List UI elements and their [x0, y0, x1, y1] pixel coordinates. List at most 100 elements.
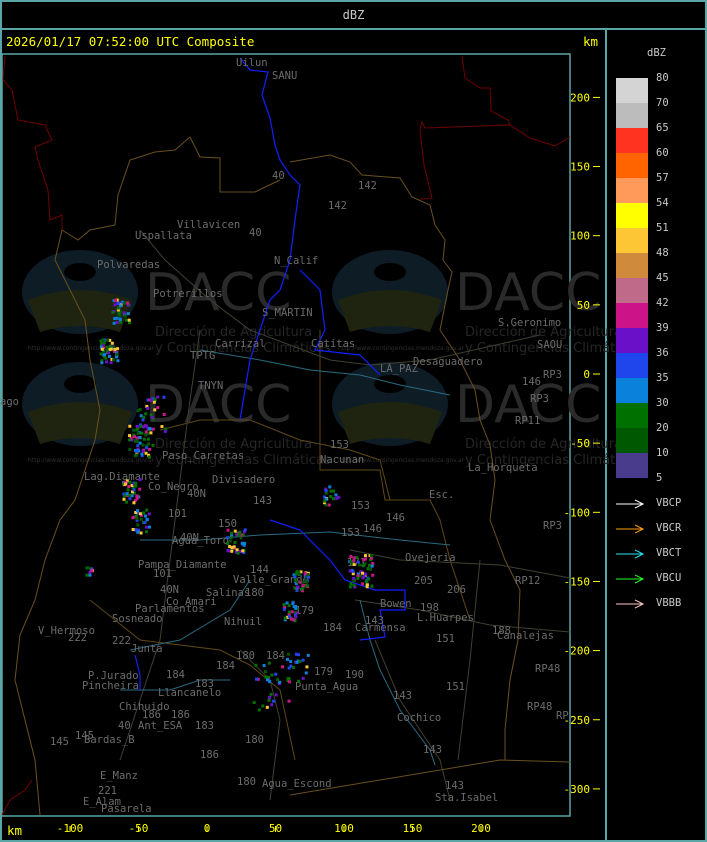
country-border: [2, 55, 63, 230]
radar-echo-cell: [142, 437, 146, 441]
radar-echo-cell: [109, 347, 113, 351]
radar-echo-cell: [144, 525, 148, 529]
radar-echo-cell: [135, 449, 139, 453]
radar-echo-cell: [363, 557, 367, 561]
radar-echo-cell: [134, 514, 138, 518]
place-label: 222: [112, 635, 131, 647]
place-label: 146: [522, 376, 541, 388]
radar-echo-cell: [290, 610, 294, 614]
radar-echo-cell: [142, 415, 146, 419]
place-label: Pasarela: [101, 803, 152, 815]
place-label: 150: [218, 518, 237, 530]
place-label: SAOU: [537, 339, 562, 351]
radar-echo-cell: [263, 670, 267, 674]
place-label: Bowen: [380, 598, 412, 610]
radar-echo-cell: [352, 576, 356, 580]
dacc-watermark: DACCDirección de Agriculturay Contingenc…: [332, 362, 641, 468]
radar-echo-cell: [331, 497, 335, 501]
radar-echo-cell: [153, 408, 157, 412]
radar-echo-cell: [226, 536, 230, 540]
radar-echo-cell: [278, 680, 282, 684]
place-label: 101: [153, 568, 172, 580]
place-label: 40: [249, 227, 262, 239]
legend-level-label: 54: [656, 197, 669, 209]
radar-echo-cell: [126, 312, 130, 316]
radar-echo-cell: [134, 481, 138, 485]
radar-echo-cell: [105, 360, 109, 364]
watermark-url: http://www.contingencias.mendoza.gov.ar: [28, 345, 155, 352]
legend-level-label: 70: [656, 97, 669, 109]
radar-echo-cell: [226, 549, 230, 553]
place-label: S_MARTIN: [262, 307, 313, 319]
radar-echo-cell: [230, 546, 234, 550]
radar-echo-cell: [307, 575, 311, 579]
legend-level-label: 42: [656, 297, 669, 309]
radar-echo-cell: [162, 395, 166, 399]
place-label: 179: [314, 666, 333, 678]
radar-echo-cell: [128, 424, 132, 428]
radar-echo-cell: [298, 580, 302, 584]
radar-echo-cell: [301, 676, 305, 680]
x-tick-label: 50: [269, 822, 282, 835]
x-tick-label: 200: [471, 822, 491, 835]
radar-echo-cell: [144, 412, 148, 416]
x-axis: -100 -50 0 50 100 150 200: [57, 822, 491, 835]
radar-echo-cell: [102, 341, 106, 345]
legend-level-label: 57: [656, 172, 669, 184]
dacc-watermark: DACCDirección de Agriculturay Contingenc…: [332, 250, 641, 356]
radar-echo-cell: [351, 569, 355, 573]
radar-echo-cell: [329, 495, 333, 499]
place-label: N_Calif: [274, 255, 318, 267]
country-border: [461, 55, 571, 147]
place-label: Pampa_Diamante: [138, 559, 227, 571]
place-label: 184: [216, 660, 235, 672]
legend-swatch: [616, 78, 648, 103]
radar-echo-cell: [106, 338, 110, 342]
place-label: Uspallata: [135, 230, 192, 242]
radar-echo-cell: [272, 699, 276, 703]
place-label: Carrizal: [215, 338, 266, 350]
radar-echo-cell: [144, 514, 148, 518]
legend-swatch: [616, 103, 648, 128]
radar-echo-cell: [128, 497, 132, 501]
radar-echo-cell: [274, 693, 278, 697]
radar-echo-cell: [297, 679, 301, 683]
radar-map[interactable]: DACCDirección de Agriculturay Contingenc…: [0, 0, 707, 842]
radar-echo-cell: [138, 441, 142, 445]
place-label: RP11: [515, 415, 540, 427]
radar-echo-cell: [90, 569, 94, 573]
place-label: 143: [253, 495, 272, 507]
radar-echo-cell: [239, 536, 243, 540]
radar-echo-cell: [138, 487, 142, 491]
legend-swatch: [616, 353, 648, 378]
place-label: Canalejas: [497, 630, 554, 642]
legend-level-label: 51: [656, 222, 669, 234]
radar-echo-cell: [147, 512, 151, 516]
radar-echo-cell: [299, 587, 303, 591]
radar-echo-cell: [160, 425, 164, 429]
radar-echo-cell: [230, 549, 234, 553]
place-label: 144: [250, 564, 269, 576]
radar-echo-cell: [285, 657, 289, 661]
radar-echo-cell: [367, 577, 371, 581]
radar-echo-cell: [146, 406, 150, 410]
place-label: 179: [295, 605, 314, 617]
radar-echo-cell: [123, 314, 127, 318]
radar-echo-cell: [270, 703, 274, 707]
radar-echo-cell: [144, 424, 148, 428]
place-label: Uilun: [236, 57, 268, 69]
radar-echo-cell: [145, 508, 149, 512]
place-label: 40N: [160, 584, 179, 596]
y-tick-label: 100: [570, 230, 590, 243]
x-tick-label: -100: [57, 822, 84, 835]
radar-echo-cell: [289, 659, 293, 663]
radar-echo-cell: [100, 361, 104, 365]
legend-swatch: [616, 403, 648, 428]
place-label: Esc.: [429, 489, 454, 501]
place-label: Nihuil: [224, 616, 262, 628]
radar-echo-cell: [281, 665, 285, 669]
radar-echo-cell: [113, 303, 117, 307]
legend-swatch: [616, 278, 648, 303]
place-label: Nacunan: [320, 454, 364, 466]
radar-echo-cell: [135, 494, 139, 498]
